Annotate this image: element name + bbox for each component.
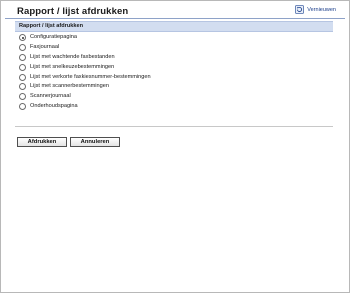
option-label: Lijst met verkorte faxkiesnummer-bestemm…: [30, 73, 151, 80]
divider: [15, 126, 333, 127]
option-scannerjournaal[interactable]: Scannerjournaal: [19, 92, 151, 102]
report-options: Configuratiepagina Faxjournaal Lijst met…: [19, 33, 151, 111]
radio-button[interactable]: [19, 63, 26, 71]
radio-button[interactable]: [19, 44, 26, 52]
window-frame: Rapport / lijst afdrukken Vernieuwen Rap…: [0, 0, 350, 293]
option-label: Scannerjournaal: [30, 93, 71, 100]
radio-button[interactable]: [19, 53, 26, 61]
option-configuratiepagina[interactable]: Configuratiepagina: [19, 33, 151, 43]
radio-button[interactable]: [19, 102, 26, 110]
option-label: Lijst met scannerbestemmingen: [30, 83, 109, 90]
option-verkorte-faxkiesnummer[interactable]: Lijst met verkorte faxkiesnummer-bestemm…: [19, 72, 151, 82]
option-onderhoudspagina[interactable]: Onderhoudspagina: [19, 102, 151, 112]
radio-button[interactable]: [19, 34, 26, 42]
refresh-label: Vernieuwen: [307, 6, 336, 13]
cancel-button[interactable]: Annuleren: [70, 137, 120, 147]
option-label: Lijst met snelkeuzebestemmingen: [30, 63, 115, 70]
option-label: Onderhoudspagina: [30, 102, 78, 109]
section-header: Rapport / lijst afdrukken: [15, 21, 333, 32]
header-bar: Rapport / lijst afdrukken Vernieuwen: [2, 2, 348, 19]
page-title: Rapport / lijst afdrukken: [17, 6, 129, 17]
option-scannerbestemmingen[interactable]: Lijst met scannerbestemmingen: [19, 82, 151, 92]
refresh-icon: [295, 5, 305, 14]
title-underline: [5, 18, 345, 19]
option-label: Configuratiepagina: [30, 34, 77, 41]
radio-button[interactable]: [19, 93, 26, 101]
option-faxjournaal[interactable]: Faxjournaal: [19, 43, 151, 53]
print-button[interactable]: Afdrukken: [17, 137, 67, 147]
radio-button[interactable]: [19, 83, 26, 91]
option-wachtende-faxbestanden[interactable]: Lijst met wachtende faxbestanden: [19, 53, 151, 63]
option-label: Lijst met wachtende faxbestanden: [30, 53, 115, 60]
radio-button[interactable]: [19, 73, 26, 81]
option-label: Faxjournaal: [30, 44, 60, 51]
refresh-link[interactable]: Vernieuwen: [295, 5, 336, 14]
option-snelkeuzebestemmingen[interactable]: Lijst met snelkeuzebestemmingen: [19, 62, 151, 72]
section-title: Rapport / lijst afdrukken: [19, 23, 84, 29]
